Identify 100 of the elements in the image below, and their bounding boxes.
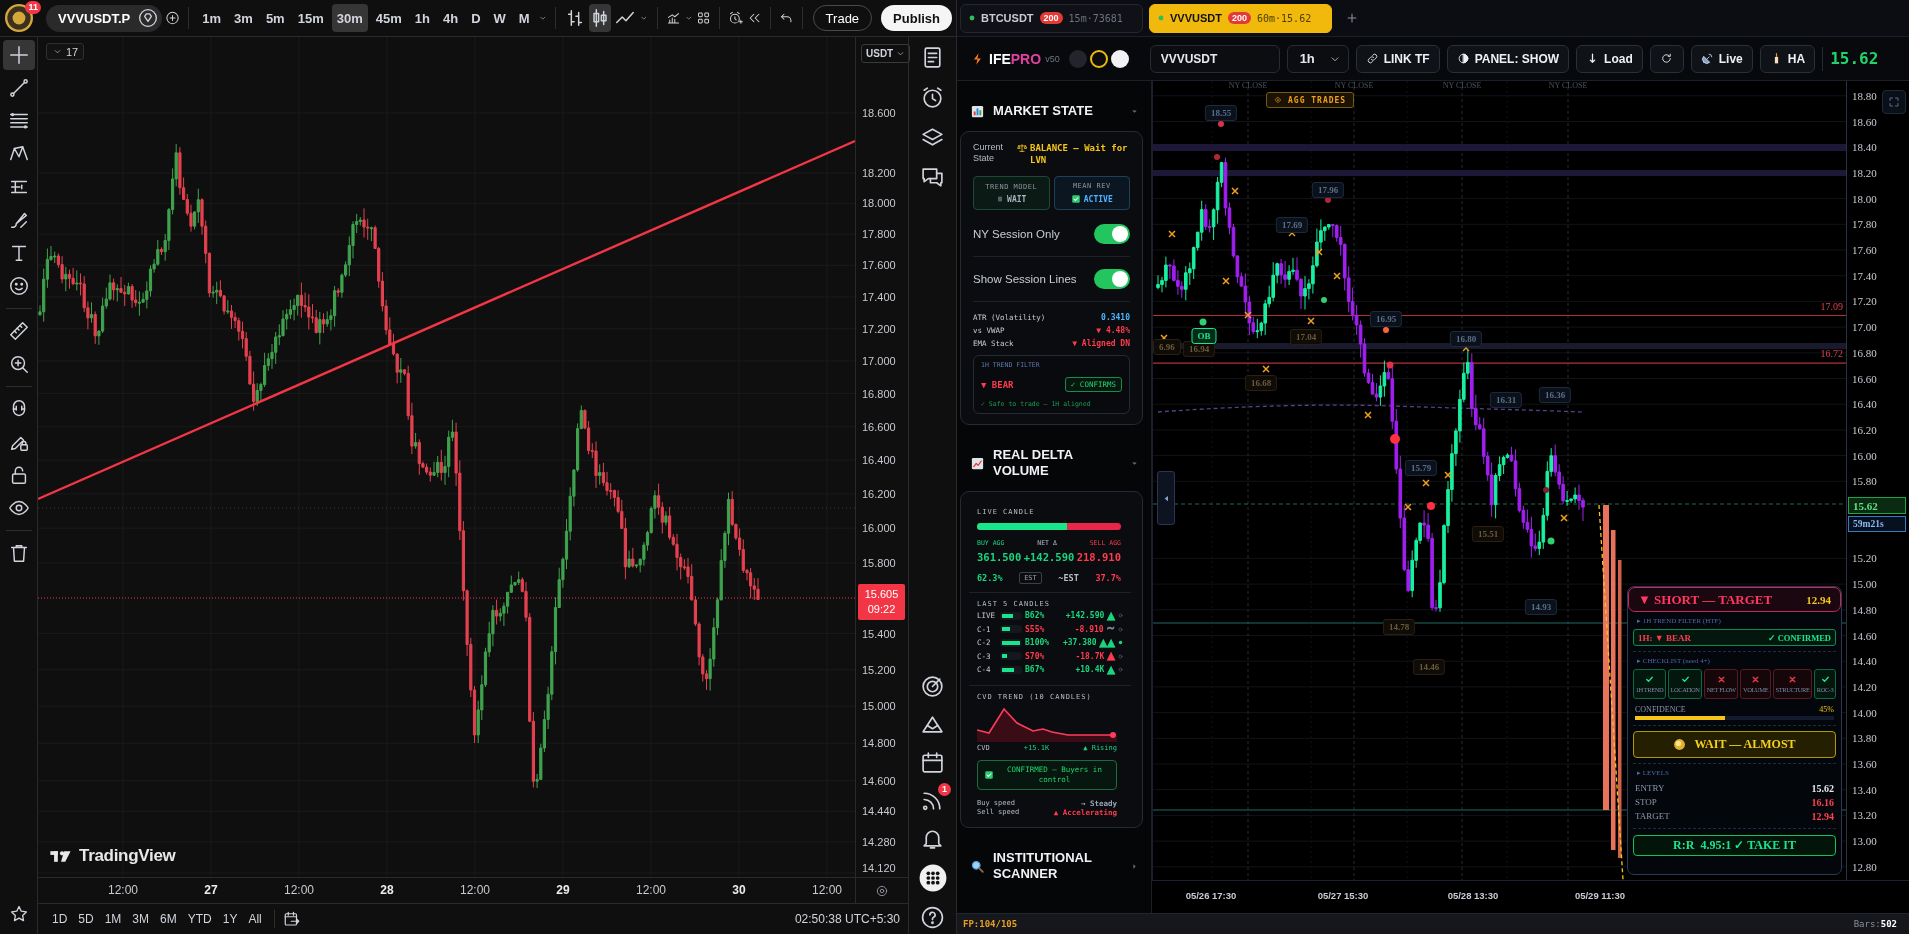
price-tick: 14.00 xyxy=(1852,705,1877,720)
toggle-switch[interactable] xyxy=(1094,224,1130,244)
session-label: NY CLOSE xyxy=(1442,81,1482,91)
interval-button[interactable]: D xyxy=(466,4,486,32)
price-label: 17.96 xyxy=(1311,182,1345,198)
toggle-label: NY Session Only xyxy=(973,228,1060,240)
candle-delta: -18.7K xyxy=(1075,651,1105,661)
interval-button[interactable]: 4h xyxy=(437,4,464,32)
theme-swatch[interactable] xyxy=(1110,49,1129,68)
ruler-icon xyxy=(7,320,30,342)
date-label: 05/29 11:30 xyxy=(1574,890,1626,901)
risk-reward-banner: R:R 4.95:1 ✓ TAKE IT xyxy=(1633,835,1836,856)
price-label: 16.36 xyxy=(1538,387,1572,403)
interval-button[interactable]: 15m xyxy=(292,4,329,32)
target-icon[interactable] xyxy=(920,674,945,699)
range-button[interactable]: YTD xyxy=(183,908,216,930)
toolbar-button[interactable]: HA xyxy=(1759,44,1816,73)
collapse-handle[interactable] xyxy=(1157,471,1175,525)
interval-button[interactable]: 1h xyxy=(409,4,435,32)
theme-swatch[interactable] xyxy=(1089,49,1108,68)
goto-date-icon[interactable] xyxy=(282,910,301,928)
price-tick: 14.20 xyxy=(1852,679,1877,694)
dot-marker xyxy=(1199,318,1207,326)
range-button[interactable]: 3M xyxy=(128,908,154,930)
drawing-tool-button[interactable] xyxy=(2,40,35,70)
toggle-switch[interactable] xyxy=(1094,269,1130,289)
chart-style-button[interactable] xyxy=(589,4,612,32)
trend-arrows: ▲ xyxy=(1107,664,1115,675)
timeframe-select[interactable]: 1h xyxy=(1286,44,1349,73)
price-label: OB xyxy=(1191,328,1217,344)
chat-icon[interactable] xyxy=(920,165,945,190)
price-tick: 16.400 xyxy=(862,453,896,468)
price-tick: 14.40 xyxy=(1852,654,1877,669)
range-button[interactable]: 1Y xyxy=(218,908,242,930)
range-button[interactable]: 6M xyxy=(156,908,181,930)
range-button[interactable]: All xyxy=(244,908,266,930)
frame-counter: FP:104/105 xyxy=(963,919,1018,929)
interval-button[interactable]: W xyxy=(488,4,511,32)
symbol-input[interactable]: VVVUSDT xyxy=(1149,44,1280,73)
cross-marker xyxy=(1444,471,1452,479)
price-tick: 15.000 xyxy=(862,699,896,714)
price-tick: 18.80 xyxy=(1852,88,1877,103)
interval-button[interactable]: M xyxy=(513,4,535,32)
price-label: 16.80 xyxy=(1449,331,1483,347)
toolbar-button[interactable]: Load xyxy=(1576,44,1643,73)
help-icon[interactable] xyxy=(920,905,945,930)
time-label: 12:00 xyxy=(636,883,666,897)
publish-button[interactable]: Publish xyxy=(881,5,953,31)
symbol-tab[interactable]: BTCUSDT 200 15m·73681 xyxy=(960,3,1143,33)
version-label: v50 xyxy=(1045,53,1060,64)
count-badge: 200 xyxy=(1039,12,1063,24)
trend-line[interactable] xyxy=(38,139,855,501)
calendar-icon[interactable] xyxy=(920,750,945,775)
link-icon xyxy=(1365,52,1379,65)
horizontal-lines-icon xyxy=(7,110,30,132)
section-title: REAL DELTA VOLUME xyxy=(993,447,1074,479)
dot-marker xyxy=(1390,434,1400,444)
candle-share: S70% xyxy=(1025,651,1045,661)
symbol-button[interactable]: VVVUSDT.P xyxy=(46,4,163,32)
price-tick: 13.80 xyxy=(1852,731,1877,746)
price-tick: 17.40 xyxy=(1852,268,1877,283)
price-tick: 16.80 xyxy=(1852,345,1877,360)
price-tick: 14.120 xyxy=(862,861,896,875)
settings-icon[interactable] xyxy=(875,883,889,898)
price-tick: 18.40 xyxy=(1852,140,1877,155)
smiley-icon xyxy=(7,275,30,297)
alarm-clock-icon[interactable] xyxy=(920,85,945,110)
time-label: 27 xyxy=(204,883,218,897)
dot-marker xyxy=(1325,197,1331,203)
range-button[interactable]: 1M xyxy=(100,908,126,930)
price-tick: 17.200 xyxy=(862,321,896,336)
range-button[interactable]: 1D xyxy=(48,908,72,930)
range-button[interactable]: 5D xyxy=(74,908,98,930)
trend-arrows: ▲▲ xyxy=(1099,637,1115,648)
star-icon[interactable] xyxy=(8,904,29,924)
tab-info: 60m·15.62 xyxy=(1257,12,1312,24)
interval-button[interactable]: 1m xyxy=(197,4,227,32)
toolbar-button[interactable]: Live xyxy=(1690,44,1753,73)
diamond-icon xyxy=(1274,96,1282,104)
price-label: 14.78 xyxy=(1382,619,1416,635)
interval-button[interactable]: 30m xyxy=(331,4,368,32)
cross-marker xyxy=(1364,411,1372,419)
refresh-button[interactable] xyxy=(1649,44,1684,73)
interval-button[interactable]: 45m xyxy=(370,4,407,32)
symbol-tab[interactable]: VVVUSDT 200 60m·15.62 xyxy=(1149,3,1332,33)
toolbar-button[interactable]: LINK TF xyxy=(1355,44,1440,73)
apps-icon[interactable] xyxy=(918,864,947,892)
toolbar-button[interactable]: PANEL: SHOW xyxy=(1446,44,1570,73)
interval-button[interactable]: 3m xyxy=(229,4,258,32)
stat-value: ▼ 4.48% xyxy=(1096,326,1130,335)
refresh-icon xyxy=(1660,52,1674,65)
price-label: 14.93 xyxy=(1524,599,1558,615)
currency-select[interactable]: USDT xyxy=(861,44,911,63)
indicators-toggle[interactable]: 17 xyxy=(46,43,85,60)
price-tick: 15.20 xyxy=(1852,551,1877,566)
candle-share: B67% xyxy=(1025,665,1045,675)
cross-marker xyxy=(1404,503,1412,511)
level-name: ENTRY xyxy=(1635,783,1665,793)
theme-swatch[interactable] xyxy=(1068,49,1087,68)
interval-button[interactable]: 5m xyxy=(260,4,290,32)
